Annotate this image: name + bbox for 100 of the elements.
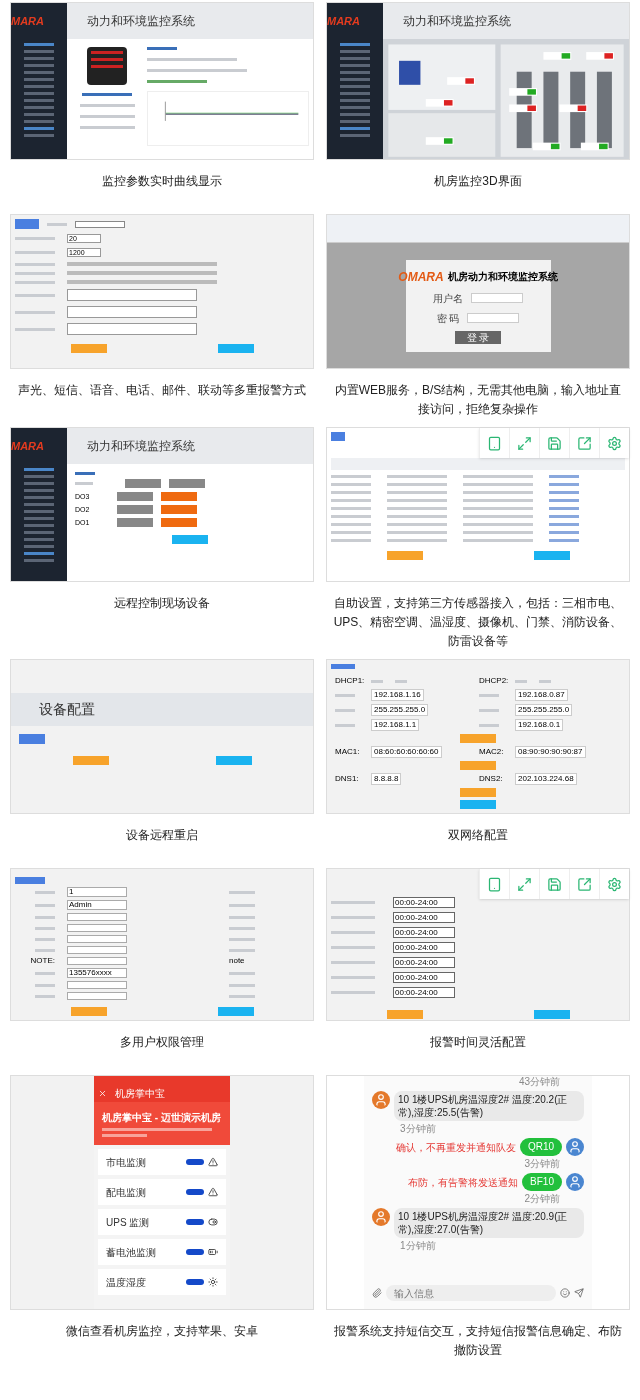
placeholder-line bbox=[15, 280, 55, 284]
field-label: 密 码 bbox=[436, 311, 460, 326]
dropdown[interactable] bbox=[75, 220, 125, 228]
input-field[interactable]: 192.168.0.1 bbox=[515, 719, 564, 731]
placeholder-line bbox=[331, 475, 371, 478]
placeholder-line bbox=[549, 531, 579, 534]
time-field[interactable]: 00:00-24:00 bbox=[393, 897, 455, 908]
list-item[interactable]: 配电监测 bbox=[98, 1179, 226, 1205]
list-item[interactable]: 蓄电池监测 bbox=[98, 1239, 226, 1265]
list-item[interactable]: UPS 监测 bbox=[98, 1209, 226, 1235]
list-item[interactable]: 温度湿度 bbox=[98, 1269, 226, 1295]
placeholder-line bbox=[331, 916, 375, 919]
input-field[interactable]: 08:90:90:90:90:87 bbox=[515, 746, 586, 758]
time-field[interactable]: 00:00-24:00 bbox=[393, 987, 455, 998]
placeholder-line bbox=[229, 890, 255, 894]
close-icon[interactable] bbox=[98, 1088, 107, 1098]
input-field[interactable] bbox=[67, 913, 127, 921]
placeholder-line bbox=[229, 937, 255, 941]
input-field[interactable] bbox=[67, 981, 127, 989]
placeholder-line bbox=[549, 475, 579, 478]
placeholder-line bbox=[331, 523, 371, 526]
time-field[interactable]: 00:00-24:00 bbox=[393, 942, 455, 953]
action-button[interactable] bbox=[70, 344, 107, 353]
caption: 机房监控3D界面 bbox=[434, 173, 522, 190]
placeholder-line bbox=[479, 723, 499, 727]
placeholder-line bbox=[549, 523, 579, 526]
list-item[interactable]: 市电监测 bbox=[98, 1149, 226, 1175]
action-button[interactable] bbox=[533, 551, 570, 560]
text-area[interactable] bbox=[67, 289, 197, 301]
input-field[interactable] bbox=[67, 957, 127, 965]
field-label: DHCP1: bbox=[335, 676, 366, 686]
action-button[interactable] bbox=[217, 1007, 254, 1016]
placeholder-line bbox=[387, 499, 447, 502]
action-button[interactable] bbox=[72, 756, 109, 765]
action-button[interactable] bbox=[533, 1010, 570, 1019]
expand-icon[interactable] bbox=[517, 876, 532, 892]
action-button[interactable] bbox=[70, 1007, 107, 1016]
field-label: MAC1: bbox=[335, 747, 361, 757]
tablet-icon[interactable] bbox=[487, 435, 502, 451]
timestamp: 1分钟前 bbox=[400, 1240, 437, 1252]
placeholder-line bbox=[15, 293, 55, 297]
warning-icon bbox=[208, 1157, 218, 1167]
time-field[interactable]: 00:00-24:00 bbox=[393, 957, 455, 968]
placeholder-line bbox=[35, 926, 55, 930]
expand-icon[interactable] bbox=[517, 435, 532, 451]
message-note: 确认，不再重发并通知队友 bbox=[395, 1140, 516, 1155]
input-field[interactable] bbox=[67, 924, 127, 932]
input-field[interactable] bbox=[467, 313, 520, 323]
input-field[interactable] bbox=[471, 293, 523, 303]
text-area[interactable] bbox=[67, 323, 197, 335]
input-field[interactable]: 135576xxxx bbox=[67, 968, 127, 978]
share-icon[interactable] bbox=[577, 876, 592, 892]
input-field[interactable] bbox=[67, 946, 127, 954]
save-icon[interactable] bbox=[547, 435, 562, 451]
input-field[interactable]: 202.103.224.68 bbox=[515, 773, 577, 785]
input-field[interactable]: 192.168.0.87 bbox=[515, 689, 568, 701]
placeholder-line bbox=[463, 523, 533, 526]
action-button[interactable] bbox=[215, 756, 252, 765]
placeholder-line bbox=[331, 515, 371, 518]
avatar-icon bbox=[372, 1091, 390, 1109]
login-button[interactable]: 登 录 bbox=[454, 330, 502, 344]
send-icon[interactable] bbox=[574, 1288, 584, 1298]
input-field[interactable]: 192.168.1.16 bbox=[371, 689, 424, 701]
placeholder-line bbox=[15, 310, 55, 314]
placeholder-line bbox=[35, 903, 55, 907]
input-field[interactable]: 1 bbox=[67, 887, 127, 897]
settings-icon[interactable] bbox=[607, 876, 622, 892]
time-field[interactable]: 00:00-24:00 bbox=[393, 927, 455, 938]
placeholder-line bbox=[331, 961, 375, 964]
tablet-icon[interactable] bbox=[487, 876, 502, 892]
text-area[interactable] bbox=[67, 306, 197, 318]
input-field[interactable]: 192.168.1.1 bbox=[371, 719, 420, 731]
placeholder-line bbox=[35, 983, 55, 987]
checkbox-row[interactable] bbox=[67, 262, 217, 266]
input-field[interactable]: 255.255.255.0 bbox=[371, 704, 429, 716]
caption: 多用户权限管理 bbox=[120, 1034, 204, 1051]
input-field[interactable]: 8.8.8.8 bbox=[371, 773, 402, 785]
action-button[interactable] bbox=[217, 344, 254, 353]
action-button[interactable] bbox=[386, 1010, 423, 1019]
emoji-icon[interactable] bbox=[560, 1288, 570, 1298]
attach-icon[interactable] bbox=[372, 1288, 382, 1298]
warning-icon bbox=[208, 1187, 218, 1197]
input-field[interactable]: 08:60:60:60:60:60 bbox=[371, 746, 442, 758]
field-hint: note bbox=[229, 956, 245, 965]
message-input[interactable]: 输入信息 bbox=[386, 1285, 556, 1301]
checkbox-row[interactable] bbox=[67, 271, 217, 275]
input-field[interactable]: 255.255.255.0 bbox=[515, 704, 573, 716]
checkbox-row[interactable] bbox=[67, 280, 217, 284]
save-icon[interactable] bbox=[547, 876, 562, 892]
input-field[interactable] bbox=[67, 935, 127, 943]
share-icon[interactable] bbox=[577, 435, 592, 451]
input-field[interactable] bbox=[67, 992, 127, 1000]
input-field[interactable]: Admin bbox=[67, 900, 127, 910]
time-field[interactable]: 00:00-24:00 bbox=[393, 972, 455, 983]
field-label: MAC2: bbox=[479, 747, 505, 757]
heading: 机房掌中宝 - 迈世演示机房 bbox=[102, 1111, 222, 1125]
action-button[interactable] bbox=[386, 551, 423, 560]
caption: 远程控制现场设备 bbox=[114, 595, 210, 612]
settings-icon[interactable] bbox=[607, 435, 622, 451]
time-field[interactable]: 00:00-24:00 bbox=[393, 912, 455, 923]
